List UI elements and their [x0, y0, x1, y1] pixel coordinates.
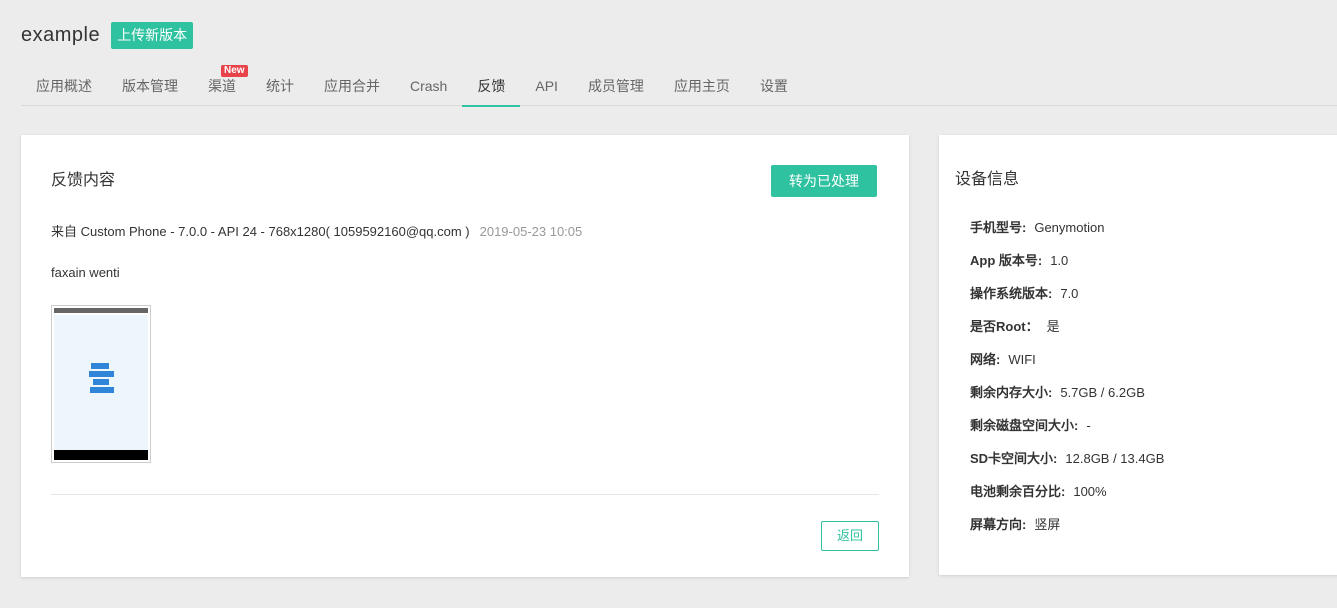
feedback-time: 2019-05-23 10:05 — [479, 224, 583, 239]
device-info-list: 手机型号: Genymotion App 版本号: 1.0 操作系统版本: 7.0 是… — [970, 217, 1164, 547]
mark-processed-button[interactable]: 转为已处理 — [771, 165, 877, 197]
feedback-title: 反馈内容 — [51, 172, 116, 189]
info-value: 100% — [1073, 484, 1107, 499]
info-row-memory: 剩余内存大小: 5.7GB / 6.2GB — [970, 382, 1164, 415]
info-key: 屏幕方向: — [970, 517, 1027, 532]
device-info-title: 设备信息 — [955, 171, 1020, 188]
thumbnail-nav-bar — [54, 450, 148, 460]
thumbnail-button-4 — [90, 387, 114, 393]
feedback-card: 反馈内容 转为已处理 来自 Custom Phone - 7.0.0 - API… — [21, 135, 909, 577]
info-key: 网络: — [970, 352, 1001, 367]
info-value: Genymotion — [1034, 220, 1105, 235]
info-value: 是 — [1046, 319, 1060, 334]
app-name: example — [21, 23, 101, 46]
tab-api[interactable]: API — [520, 66, 573, 106]
info-key: 手机型号: — [970, 220, 1027, 235]
tab-overview[interactable]: 应用概述 — [21, 66, 107, 106]
info-value: 12.8GB / 13.4GB — [1065, 451, 1165, 466]
app-header: example 上传新版本 — [21, 21, 194, 49]
divider — [51, 494, 879, 495]
tab-crash[interactable]: Crash — [395, 66, 462, 106]
tab-statistics[interactable]: 统计 — [251, 66, 309, 106]
tab-bar: 应用概述 版本管理 渠道 统计 应用合并 Crash 反馈 API 成员管理 应… — [21, 65, 1337, 107]
thumbnail-button-1 — [91, 363, 109, 369]
info-value: 竖屏 — [1034, 517, 1061, 532]
upload-new-version-button[interactable]: 上传新版本 — [111, 21, 194, 49]
screenshot-thumbnail[interactable] — [51, 305, 151, 463]
info-row-os-version: 操作系统版本: 7.0 — [970, 283, 1164, 316]
info-value: 7.0 — [1060, 286, 1079, 301]
info-key: 电池剩余百分比: — [970, 484, 1066, 499]
info-key: SD卡空间大小: — [970, 451, 1058, 466]
feedback-source: 来自 Custom Phone - 7.0.0 - API 24 - 768x1… — [51, 221, 582, 240]
tab-members[interactable]: 成员管理 — [573, 66, 659, 106]
info-row-battery: 电池剩余百分比: 100% — [970, 481, 1164, 514]
tab-app-homepage[interactable]: 应用主页 — [659, 66, 745, 106]
info-row-root: 是否Root： 是 — [970, 316, 1164, 349]
info-row-app-version: App 版本号: 1.0 — [970, 250, 1164, 283]
thumbnail-screen — [54, 315, 148, 450]
info-value: 5.7GB / 6.2GB — [1060, 385, 1145, 400]
thumbnail-button-2 — [89, 371, 114, 377]
feedback-message: faxain wenti — [51, 265, 120, 280]
device-info-card: 设备信息 手机型号: Genymotion App 版本号: 1.0 操作系统版本:… — [939, 135, 1337, 575]
feedback-source-text: 来自 Custom Phone - 7.0.0 - API 24 - 768x1… — [51, 224, 470, 239]
info-row-sd-card: SD卡空间大小: 12.8GB / 13.4GB — [970, 448, 1164, 481]
thumbnail-status-bar — [54, 308, 148, 313]
info-row-phone-model: 手机型号: Genymotion — [970, 217, 1164, 250]
info-row-network: 网络: WIFI — [970, 349, 1164, 382]
info-key: 是否Root： — [970, 319, 1039, 334]
info-key: 操作系统版本: — [970, 286, 1053, 301]
info-value: WIFI — [1008, 352, 1036, 367]
tab-app-merge[interactable]: 应用合并 — [309, 66, 395, 106]
info-row-disk: 剩余磁盘空间大小: - — [970, 415, 1164, 448]
info-value: - — [1086, 418, 1091, 433]
info-key: 剩余磁盘空间大小: — [970, 418, 1079, 433]
tab-settings[interactable]: 设置 — [745, 66, 803, 106]
new-badge: New — [221, 65, 248, 77]
info-row-orientation: 屏幕方向: 竖屏 — [970, 514, 1164, 547]
tab-feedback[interactable]: 反馈 — [462, 66, 521, 107]
info-key: App 版本号: — [970, 253, 1043, 268]
back-button[interactable]: 返回 — [821, 521, 879, 551]
info-key: 剩余内存大小: — [970, 385, 1053, 400]
thumbnail-button-3 — [93, 379, 109, 385]
info-value: 1.0 — [1050, 253, 1069, 268]
tab-versions[interactable]: 版本管理 — [107, 66, 193, 106]
